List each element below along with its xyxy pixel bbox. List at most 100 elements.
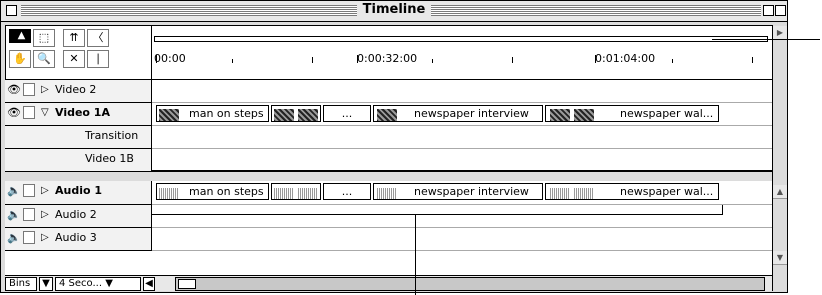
scroll-up-icon[interactable]: ▲	[773, 185, 787, 199]
track-video-1b[interactable]	[152, 149, 772, 172]
track-name: Audio 1	[55, 184, 103, 197]
scroll-down-icon[interactable]: ▼	[773, 251, 787, 265]
clip-label: man on steps	[189, 185, 264, 198]
speaker-icon[interactable]: 🔈	[7, 208, 21, 222]
scroll-left-icon[interactable]: ◀	[143, 277, 155, 291]
track-name: Video 1A	[55, 106, 110, 119]
track-header-transition[interactable]: Transition	[5, 126, 152, 149]
clip-thumbnail	[274, 109, 294, 121]
track-name: Audio 3	[55, 231, 97, 244]
track-header-video-1b[interactable]: Video 1B	[5, 149, 152, 172]
link-tool-icon[interactable]: ✕	[63, 50, 85, 68]
speaker-icon[interactable]: 🔈	[7, 231, 21, 245]
clip-newspaper-walk-audio[interactable]: newspaper wal...	[545, 183, 719, 200]
track-audio-3[interactable]	[152, 228, 772, 251]
expand-triangle-icon[interactable]: ▷	[41, 184, 49, 198]
lock-icon[interactable]	[23, 83, 35, 96]
bins-menu-icon[interactable]: ▼	[39, 277, 53, 291]
bottom-bar: Bins ▼ 4 Seco... ▼ ◀	[5, 275, 772, 291]
track-select-tool-icon[interactable]: ⇈	[63, 29, 85, 47]
expand-triangle-icon[interactable]: ▷	[41, 208, 49, 222]
hand-tool-icon[interactable]: ✋	[9, 50, 31, 68]
callout-line	[415, 214, 416, 295]
tracks-menu-icon[interactable]: ▶	[773, 26, 787, 40]
track-video-1a[interactable]: man on steps ... newspaper interview new…	[152, 103, 772, 126]
lock-icon[interactable]	[23, 106, 35, 119]
selection-tool-icon[interactable]: ▲	[9, 29, 31, 43]
track-name: Audio 2	[55, 208, 97, 221]
tool-palette: ▲ ⬚ ⇈ 〈 ✋ 🔍 ✕ ∣	[5, 25, 152, 80]
track-name: Video 1B	[85, 152, 134, 165]
lock-icon[interactable]	[23, 231, 35, 244]
expand-triangle-icon[interactable]: ▷	[41, 83, 49, 97]
clip-label: newspaper wal...	[620, 107, 714, 120]
track-header-video-2[interactable]: 👁 ▷ Video 2	[5, 80, 152, 103]
eye-icon[interactable]: 👁	[7, 106, 21, 120]
track-audio-1[interactable]: man on steps ... newspaper interview new…	[152, 181, 772, 205]
collapse-box[interactable]	[775, 5, 786, 16]
timeline-window: Timeline ▲ ⬚ ⇈ 〈 ✋ 🔍 ✕ ∣ 00:00 0:00:32:0…	[0, 0, 788, 293]
clip-man-on-steps-audio[interactable]: man on steps	[156, 183, 269, 200]
track-header-audio-3[interactable]: 🔈 ▷ Audio 3	[5, 228, 152, 251]
zoom-tool-icon[interactable]: 🔍	[33, 50, 55, 68]
clip-newspaper-walk[interactable]: newspaper wal...	[545, 105, 719, 122]
clip-newspaper-interview-audio[interactable]: newspaper interview	[373, 183, 543, 200]
eye-icon[interactable]: 👁	[7, 83, 21, 97]
waveform-icon	[550, 188, 570, 199]
bracket-right	[722, 205, 723, 215]
zoom-box[interactable]	[763, 5, 774, 16]
clip-ellipsis[interactable]: ...	[323, 105, 371, 122]
track-video-2[interactable]	[152, 80, 772, 103]
window-title: Timeline	[1, 2, 787, 17]
clip-thumbnail	[377, 109, 397, 121]
scroll-thumb[interactable]	[178, 279, 196, 289]
clip-label: man on steps	[189, 107, 264, 120]
waveform-icon	[377, 188, 397, 199]
clip-man-on-steps[interactable]: man on steps	[156, 105, 269, 122]
track-header-audio-2[interactable]: 🔈 ▷ Audio 2	[5, 205, 152, 228]
track-audio-2[interactable]	[152, 205, 772, 228]
clip-label: newspaper wal...	[620, 185, 714, 198]
collapse-triangle-icon[interactable]: ▽	[41, 106, 49, 120]
clip-thumbnail	[574, 109, 594, 121]
work-area-bracket	[151, 214, 723, 215]
waveform-icon	[298, 188, 318, 199]
bracket-left	[151, 205, 152, 215]
empty-track-area[interactable]	[5, 251, 772, 275]
title-bar[interactable]: Timeline	[1, 1, 787, 22]
track-header-video-1a[interactable]: 👁 ▽ Video 1A	[5, 103, 152, 126]
clip-thumbnail	[298, 109, 318, 121]
bins-button[interactable]: Bins	[5, 277, 37, 291]
track-header-audio-1[interactable]: 🔈 ▷ Audio 1	[5, 181, 152, 205]
clip-thumbnail	[159, 109, 179, 121]
work-area-bar[interactable]	[154, 36, 768, 42]
waveform-icon	[159, 188, 179, 199]
waveform-icon	[574, 188, 594, 199]
clip-label: newspaper interview	[414, 107, 529, 120]
clip-ellipsis-audio[interactable]: ...	[323, 183, 371, 200]
ruler-label: 0:00:32:00	[357, 52, 418, 65]
speaker-icon[interactable]: 🔈	[7, 184, 21, 198]
clip-thumbnails[interactable]	[271, 105, 321, 122]
lock-icon[interactable]	[23, 184, 35, 197]
vertical-scrollbar[interactable]: ▶ ▲ ▼	[772, 25, 787, 291]
clip-label: ...	[341, 107, 353, 120]
clip-label: ...	[341, 185, 353, 198]
time-unit-select[interactable]: 4 Seco... ▼	[55, 277, 141, 291]
in-out-tool-icon[interactable]: ∣	[87, 50, 109, 68]
ruler-label: 0:01:04:00	[595, 52, 656, 65]
clip-label: newspaper interview	[414, 185, 529, 198]
range-select-tool-icon[interactable]: ⬚	[33, 29, 55, 47]
callout-line	[712, 39, 820, 40]
time-ruler[interactable]: 00:00 0:00:32:00 0:01:04:00	[152, 25, 772, 80]
waveform-icon	[274, 188, 294, 199]
razor-tool-icon[interactable]: 〈	[87, 29, 109, 47]
track-transition[interactable]	[152, 126, 772, 149]
lock-icon[interactable]	[23, 208, 35, 221]
horizontal-scrollbar[interactable]	[175, 277, 765, 291]
ruler-label: 00:00	[154, 52, 186, 65]
track-name: Transition	[85, 129, 139, 142]
clip-waveforms[interactable]	[271, 183, 321, 200]
expand-triangle-icon[interactable]: ▷	[41, 231, 49, 245]
clip-newspaper-interview[interactable]: newspaper interview	[373, 105, 543, 122]
